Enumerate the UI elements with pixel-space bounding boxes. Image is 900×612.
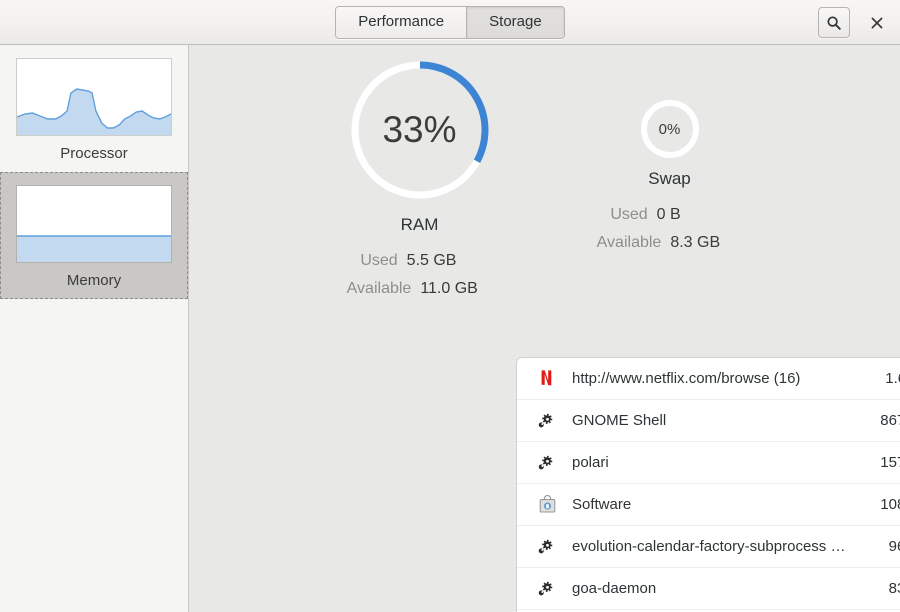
process-name: Software [572,496,870,513]
swap-title: Swap [648,169,691,189]
view-tab-switcher[interactable]: Performance Storage [335,6,564,39]
main-content: 33% RAM Used 5.5 GB Available 11.0 GB [189,45,900,612]
ram-available-key: Available [347,275,421,303]
ram-stats: Used 5.5 GB Available 11.0 GB [347,247,493,303]
swap-stats: Used 0 B Available 8.3 GB [597,201,743,257]
tab-performance[interactable]: Performance [336,7,467,38]
sidebar-item-processor[interactable]: Processor [0,45,188,172]
swap-used-value: 0 B [657,201,729,229]
process-memory: 96 MB [889,538,900,555]
ram-percent-label: 33% [344,54,496,206]
swap-available-value: 8.3 GB [670,229,742,257]
process-memory: 83 MB [889,580,900,597]
memory-thumbnail-graph [16,185,172,263]
swap-percent-label: 0% [639,98,701,160]
window-body: Processor Memory [0,45,900,612]
process-row[interactable]: Software 108 MB [517,484,900,526]
process-row[interactable]: polari 157 MB [517,442,900,484]
process-name: goa-daemon [572,580,879,597]
gear-icon [536,452,558,474]
process-row[interactable]: GNOME Shell 867 MB [517,400,900,442]
process-memory: 108 MB [880,496,900,513]
gear-icon [536,536,558,558]
process-name: evolution-calendar-factory-subprocess … [572,538,879,555]
process-memory: 1.6 GB [885,370,900,387]
header-actions [818,0,890,45]
swap-available-key: Available [597,229,671,257]
netflix-icon [536,368,558,390]
header-bar: Performance Storage [0,0,900,45]
close-button[interactable] [864,8,890,37]
ram-title: RAM [401,215,439,235]
sidebar-item-memory[interactable]: Memory [0,172,188,299]
process-list[interactable]: http://www.netflix.com/browse (16) 1.6 GB… [516,357,900,612]
close-icon [870,16,884,30]
resource-sidebar: Processor Memory [0,45,189,612]
swap-used-row: Used 0 B [597,201,743,229]
ram-used-key: Used [360,247,406,275]
process-row[interactable]: http://www.netflix.com/browse (16) 1.6 GB [517,358,900,400]
process-memory: 867 MB [880,412,900,429]
gear-icon [536,410,558,432]
swap-gauge-block: 0% Swap Used 0 B Available 8.3 GB [545,54,795,257]
sidebar-item-memory-label: Memory [16,272,172,289]
ram-used-row: Used 5.5 GB [347,247,493,275]
process-row[interactable]: evolution-calendar-factory-subprocess … 9… [517,526,900,568]
gear-icon [536,578,558,600]
process-name: polari [572,454,870,471]
swap-ring: 0% [639,98,701,160]
tab-storage[interactable]: Storage [467,7,564,38]
ram-gauge-block: 33% RAM Used 5.5 GB Available 11.0 GB [295,54,545,303]
search-button[interactable] [818,7,850,38]
process-memory: 157 MB [880,454,900,471]
sidebar-item-processor-label: Processor [16,145,172,162]
process-row[interactable]: goa-daemon 83 MB [517,568,900,610]
ram-available-value: 11.0 GB [420,275,492,303]
processor-thumbnail-graph [16,58,172,136]
swap-used-key: Used [610,201,656,229]
system-monitor-window: Performance Storage [0,0,900,612]
process-name: http://www.netflix.com/browse (16) [572,370,875,387]
process-name: GNOME Shell [572,412,870,429]
memory-gauges: 33% RAM Used 5.5 GB Available 11.0 GB [189,45,900,303]
software-store-icon [536,494,558,516]
swap-available-row: Available 8.3 GB [597,229,743,257]
search-icon [826,15,842,31]
ram-used-value: 5.5 GB [407,247,479,275]
ram-ring: 33% [344,54,496,206]
ram-available-row: Available 11.0 GB [347,275,493,303]
